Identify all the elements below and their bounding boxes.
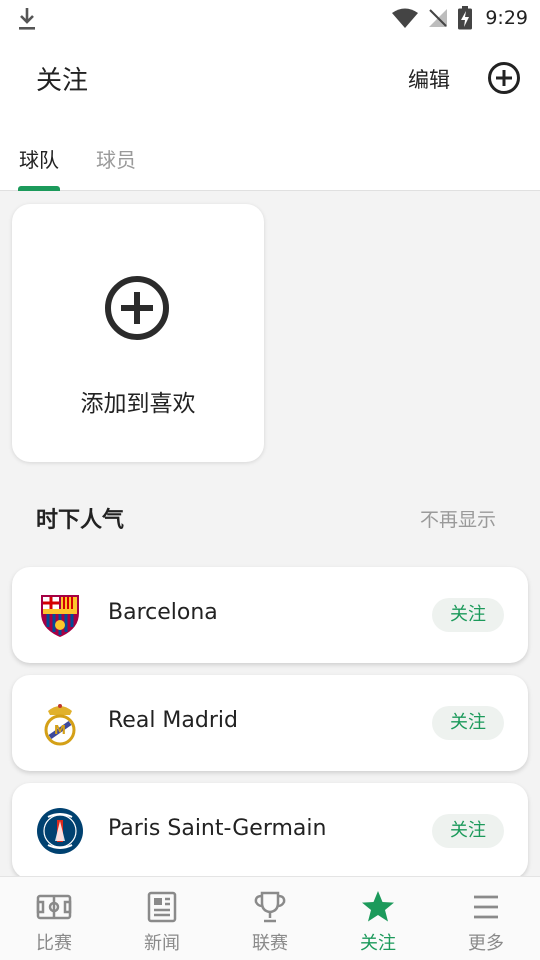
add-to-favorites-card[interactable]: 添加到喜欢: [12, 204, 264, 462]
nav-item-more[interactable]: 更多: [432, 877, 540, 960]
nav-item-following[interactable]: 关注: [324, 877, 432, 960]
edit-button[interactable]: 编辑: [408, 64, 450, 94]
tab-teams[interactable]: 球队: [19, 144, 59, 173]
status-time: 9:29: [485, 7, 528, 29]
download-icon: [19, 8, 35, 30]
pitch-icon: [36, 894, 72, 920]
add-circle-icon[interactable]: [486, 60, 522, 96]
section-title-popular: 时下人气: [36, 508, 125, 533]
status-bar: 9:29: [0, 0, 540, 36]
trophy-icon: [254, 891, 286, 923]
team-name: Barcelona: [108, 600, 218, 625]
wifi-icon: [392, 8, 419, 28]
star-icon: [362, 891, 394, 922]
team-name: Paris Saint-Germain: [108, 816, 327, 841]
svg-text:M: M: [54, 723, 66, 737]
news-icon: [147, 891, 177, 923]
nav-label: 更多: [468, 933, 504, 954]
nav-item-news[interactable]: 新闻: [108, 877, 216, 960]
follow-button[interactable]: 关注: [432, 814, 504, 848]
nav-item-leagues[interactable]: 联赛: [216, 877, 324, 960]
tab-players[interactable]: 球员: [96, 144, 136, 173]
status-icons: 9:29: [391, 6, 528, 30]
add-to-favorites-label: 添加到喜欢: [80, 391, 196, 417]
psg-crest-icon: [37, 808, 83, 854]
nav-label: 联赛: [252, 933, 288, 954]
nav-label: 比赛: [36, 933, 72, 954]
bottom-nav: 比赛 新闻 联赛 关注 更多: [0, 876, 540, 960]
tab-indicator: [18, 186, 60, 191]
tab-bar: 球队 球员: [0, 122, 540, 191]
app-bar: 关注 编辑: [0, 36, 540, 122]
team-name: Real Madrid: [108, 708, 238, 733]
nav-label: 新闻: [144, 933, 180, 954]
team-card-paris-saint-germain[interactable]: Paris Saint-Germain 关注: [12, 783, 528, 879]
team-card-real-madrid[interactable]: M Real Madrid 关注: [12, 675, 528, 771]
add-circle-icon: [105, 276, 169, 340]
follow-button[interactable]: 关注: [432, 706, 504, 740]
barcelona-crest-icon: [41, 595, 79, 637]
follow-button[interactable]: 关注: [432, 598, 504, 632]
team-card-barcelona[interactable]: Barcelona 关注: [12, 567, 528, 663]
dismiss-button[interactable]: 不再显示: [420, 505, 496, 532]
nav-label: 关注: [360, 933, 396, 954]
menu-icon: [474, 895, 498, 919]
page-title: 关注: [36, 66, 89, 96]
no-signal-icon: [429, 9, 448, 27]
real-madrid-crest-icon: M: [44, 704, 76, 746]
battery-charging-icon: [458, 6, 473, 30]
nav-item-matches[interactable]: 比赛: [0, 877, 108, 960]
